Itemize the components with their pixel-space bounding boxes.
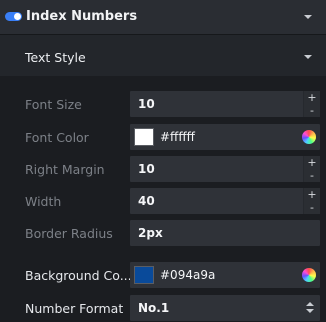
- font-size-label: Font Size: [25, 97, 82, 112]
- increment-button[interactable]: +: [304, 156, 320, 169]
- index-numbers-section-header[interactable]: Index Numbers: [0, 0, 326, 34]
- text-style-subsection-header[interactable]: Text Style: [0, 34, 326, 76]
- width-input[interactable]: 40 + -: [130, 188, 320, 214]
- properties-panel: Index Numbers Text Style Font Size 10 + …: [0, 0, 326, 322]
- border-radius-row: Border Radius 2px: [0, 220, 326, 246]
- chevron-down-icon[interactable]: [304, 15, 312, 19]
- number-format-select[interactable]: No.1: [130, 295, 320, 321]
- font-size-value: 10: [138, 97, 155, 111]
- font-size-stepper[interactable]: + -: [303, 91, 320, 117]
- section-title: Index Numbers: [26, 9, 138, 24]
- font-size-input[interactable]: 10 + -: [130, 91, 320, 117]
- decrement-button[interactable]: -: [304, 201, 320, 214]
- font-color-value: #ffffff: [160, 130, 195, 144]
- right-margin-stepper[interactable]: + -: [303, 156, 320, 182]
- border-radius-value: 2px: [138, 226, 163, 240]
- color-wheel-icon[interactable]: [302, 268, 316, 282]
- width-stepper[interactable]: + -: [303, 188, 320, 214]
- subsection-title: Text Style: [25, 50, 86, 65]
- arrow-up-icon: [306, 302, 314, 306]
- border-radius-input[interactable]: 2px: [130, 220, 320, 246]
- width-label: Width: [25, 194, 62, 209]
- toggle-knob: [14, 13, 21, 20]
- increment-button[interactable]: +: [304, 91, 320, 104]
- background-color-row: Background Co... #094a9a: [0, 262, 326, 288]
- background-color-swatch[interactable]: [134, 266, 154, 284]
- font-color-swatch[interactable]: [134, 128, 154, 146]
- number-format-row: Number Format No.1: [0, 295, 326, 321]
- background-color-label: Background Co...: [25, 268, 132, 283]
- arrow-down-icon: [306, 309, 314, 313]
- background-color-input[interactable]: #094a9a: [130, 262, 320, 288]
- right-margin-value: 10: [138, 162, 155, 176]
- chevron-down-icon[interactable]: [304, 55, 312, 59]
- sort-arrows-icon[interactable]: [306, 300, 314, 316]
- right-margin-input[interactable]: 10 + -: [130, 156, 320, 182]
- background-color-value: #094a9a: [160, 268, 216, 282]
- width-row: Width 40 + -: [0, 188, 326, 214]
- right-margin-label: Right Margin: [25, 162, 105, 177]
- number-format-value: No.1: [138, 301, 170, 315]
- font-size-row: Font Size 10 + -: [0, 91, 326, 117]
- right-margin-row: Right Margin 10 + -: [0, 156, 326, 182]
- width-value: 40: [138, 194, 155, 208]
- font-color-input[interactable]: #ffffff: [130, 124, 320, 150]
- font-color-row: Font Color #ffffff: [0, 124, 326, 150]
- number-format-label: Number Format: [25, 301, 124, 316]
- toggle-switch-icon[interactable]: [5, 12, 22, 21]
- increment-button[interactable]: +: [304, 188, 320, 201]
- color-wheel-icon[interactable]: [302, 130, 316, 144]
- font-color-label: Font Color: [25, 130, 89, 145]
- border-radius-label: Border Radius: [25, 226, 113, 241]
- decrement-button[interactable]: -: [304, 169, 320, 182]
- decrement-button[interactable]: -: [304, 104, 320, 117]
